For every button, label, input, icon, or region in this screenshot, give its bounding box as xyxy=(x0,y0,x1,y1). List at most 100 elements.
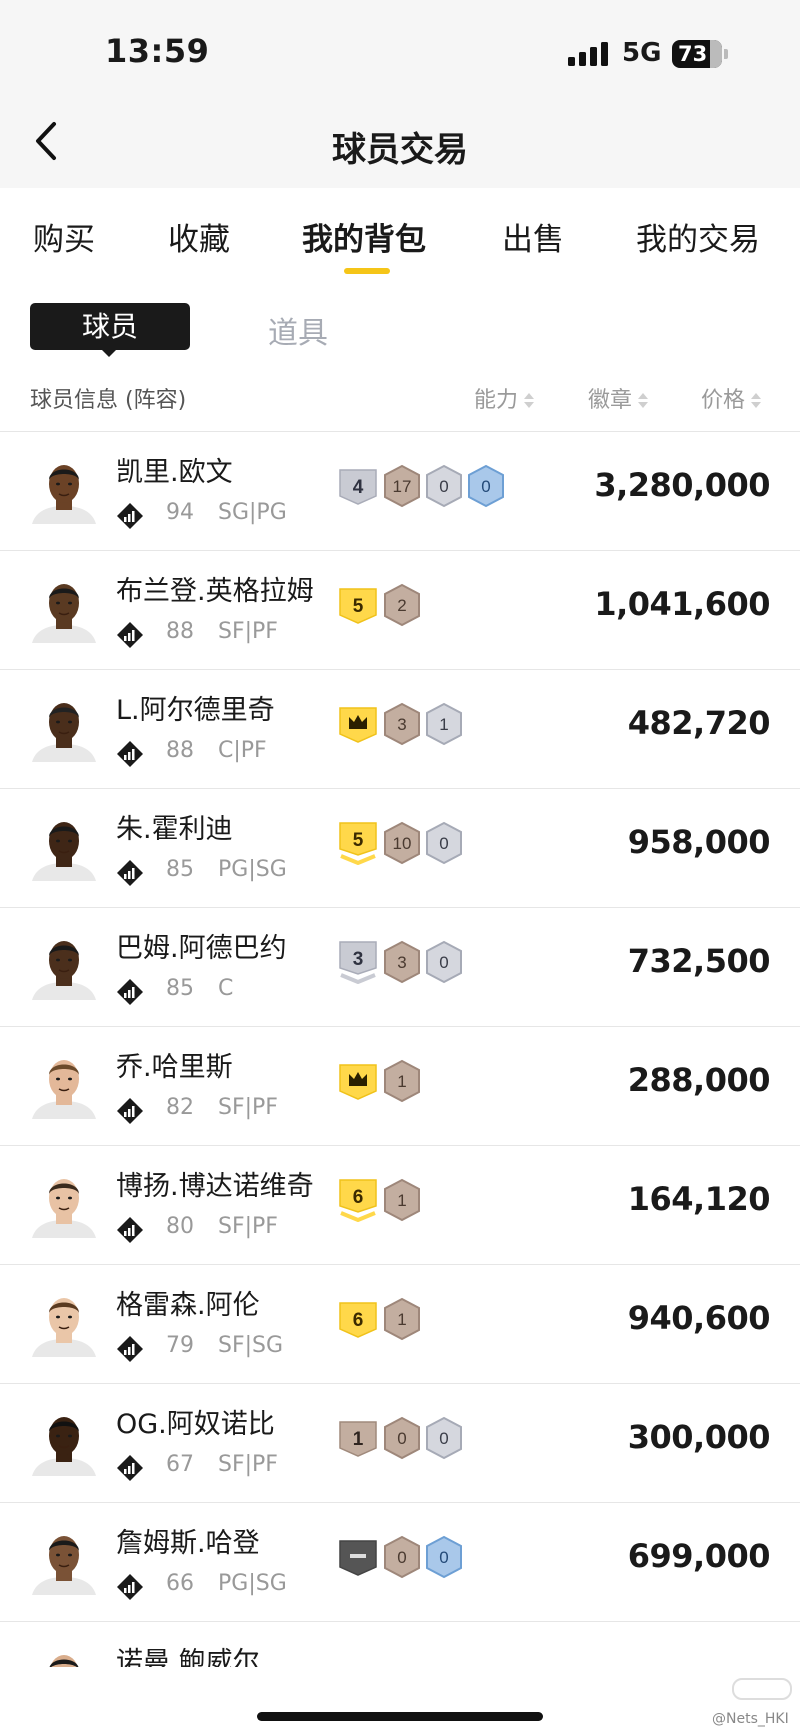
player-avatar xyxy=(28,1523,100,1595)
svg-text:0: 0 xyxy=(481,477,490,496)
player-price: 1,041,600 xyxy=(594,585,770,623)
player-rating: 85 xyxy=(166,857,194,882)
col-badge-sort[interactable]: 徽章 xyxy=(588,382,649,414)
player-row[interactable]: 巴姆.阿德巴约 85 C 3 3 0 732,500 xyxy=(0,908,800,1027)
svg-text:5: 5 xyxy=(353,830,364,851)
tab-favorites[interactable]: 收藏 xyxy=(168,214,230,259)
col-ability-sort[interactable]: 能力 xyxy=(474,382,535,414)
badge-blue-icon: 0 xyxy=(466,464,506,508)
sort-icon xyxy=(524,392,535,410)
badge-bronze-icon: 0 xyxy=(382,1416,422,1460)
sub-tabs: 球员 道具 xyxy=(0,290,800,360)
player-row[interactable]: 博扬.博达诺维奇 80 SF|PF 6 1 164,120 xyxy=(0,1146,800,1265)
svg-text:0: 0 xyxy=(439,1548,448,1567)
sort-icon xyxy=(638,392,649,410)
col-player-info: 球员信息 (阵容) xyxy=(30,388,187,413)
svg-text:1: 1 xyxy=(397,1191,406,1210)
player-rating: 79 xyxy=(166,1333,194,1358)
tab-my-backpack[interactable]: 我的背包 xyxy=(302,214,426,259)
svg-text:4: 4 xyxy=(353,477,364,498)
player-position: SF|SG xyxy=(218,1333,284,1358)
player-row[interactable]: 布兰登.英格拉姆 88 SF|PF 5 2 1,041,600 xyxy=(0,551,800,670)
player-row[interactable]: 乔.哈里斯 82 SF|PF 1 288,000 xyxy=(0,1027,800,1146)
player-price: 732,500 xyxy=(627,942,771,980)
home-indicator[interactable] xyxy=(257,1712,543,1721)
player-row[interactable]: 格雷森.阿伦 79 SF|SG 6 1 940,600 xyxy=(0,1265,800,1384)
player-price: 958,000 xyxy=(627,823,771,861)
battery-level: 73 xyxy=(678,42,708,66)
rating-icon xyxy=(116,859,144,887)
badge-bronze-icon: 10 xyxy=(382,821,422,865)
badge-silver-icon: 0 xyxy=(424,1416,464,1460)
status-time: 13:59 xyxy=(105,32,210,70)
main-tabs: 购买 收藏 我的背包 出售 我的交易 xyxy=(0,188,800,278)
badge-bronze-icon: 2 xyxy=(382,583,422,627)
ability-icon: 4 xyxy=(338,464,378,508)
page-title: 球员交易 xyxy=(332,130,468,170)
rating-icon xyxy=(116,740,144,768)
tab-my-trades[interactable]: 我的交易 xyxy=(636,214,760,259)
ability-icon: 1 xyxy=(338,1416,378,1460)
player-row[interactable]: 凯里.欧文 94 SG|PG 4 17 0 0 3,280,000 xyxy=(0,432,800,551)
player-avatar xyxy=(28,928,100,1000)
ability-icon: 3 xyxy=(338,940,378,984)
player-list: 凯里.欧文 94 SG|PG 4 17 0 0 3,280,000 布兰登.英格拉姆 88 SF|P… xyxy=(0,432,800,1667)
player-rating: 82 xyxy=(166,1095,194,1120)
column-header: 球员信息 (阵容) 能力 徽章 价格 xyxy=(0,370,800,432)
watermark-logo-icon xyxy=(732,1678,792,1700)
player-position: SF|PF xyxy=(218,1452,278,1477)
player-position: PG|SG xyxy=(218,1571,287,1596)
tab-sell[interactable]: 出售 xyxy=(502,214,564,259)
player-position: SF|PF xyxy=(218,1214,278,1239)
rating-icon xyxy=(116,978,144,1006)
player-avatar xyxy=(28,452,100,524)
active-tab-indicator xyxy=(344,268,390,274)
rating-icon xyxy=(116,1216,144,1244)
player-row[interactable]: 诺曼.鲍威尔 xyxy=(0,1622,800,1667)
player-row[interactable]: L.阿尔德里奇 88 C|PF 3 1 482,720 xyxy=(0,670,800,789)
svg-text:1: 1 xyxy=(397,1310,406,1329)
col-price-sort[interactable]: 价格 xyxy=(701,382,762,414)
player-position: C|PF xyxy=(218,738,267,763)
badge-bronze-icon: 3 xyxy=(382,940,422,984)
player-name: 诺曼.鲍威尔 xyxy=(116,1647,260,1667)
player-row[interactable]: OG.阿奴诺比 67 SF|PF 1 0 0 300,000 xyxy=(0,1384,800,1503)
player-name: 朱.霍利迪 xyxy=(116,814,233,845)
watermark: @Nets_HKI xyxy=(712,1711,789,1727)
rating-icon xyxy=(116,1335,144,1363)
badge-silver-icon: 0 xyxy=(424,940,464,984)
svg-text:2: 2 xyxy=(397,596,406,615)
subtab-items[interactable]: 道具 xyxy=(268,308,328,352)
ability-icon: 6 xyxy=(338,1178,378,1222)
ability-icon: 5 xyxy=(338,583,378,627)
player-row[interactable]: 詹姆斯.哈登 66 PG|SG 0 0 699,000 xyxy=(0,1503,800,1622)
svg-text:0: 0 xyxy=(397,1429,406,1448)
network-label: 5G xyxy=(622,38,662,68)
player-price: 300,000 xyxy=(627,1418,771,1456)
player-name: 布兰登.英格拉姆 xyxy=(116,576,314,607)
player-name: 格雷森.阿伦 xyxy=(116,1290,260,1321)
player-name: 詹姆斯.哈登 xyxy=(116,1528,260,1559)
player-position: PG|SG xyxy=(218,857,287,882)
ability-icon xyxy=(338,1059,378,1103)
player-avatar xyxy=(28,1642,100,1667)
ability-icon: 6 xyxy=(338,1297,378,1341)
svg-text:5: 5 xyxy=(353,596,364,617)
svg-text:0: 0 xyxy=(439,834,448,853)
tab-buy[interactable]: 购买 xyxy=(33,214,95,259)
player-position: C xyxy=(218,976,234,1001)
player-rating: 80 xyxy=(166,1214,194,1239)
player-position: SF|PF xyxy=(218,619,278,644)
sort-icon xyxy=(751,392,762,410)
rating-icon xyxy=(116,1454,144,1482)
player-avatar xyxy=(28,1285,100,1357)
player-row[interactable]: 朱.霍利迪 85 PG|SG 5 10 0 958,000 xyxy=(0,789,800,908)
badge-bronze-icon: 0 xyxy=(382,1535,422,1579)
player-avatar xyxy=(28,690,100,762)
player-rating: 88 xyxy=(166,619,194,644)
subtab-players[interactable]: 球员 xyxy=(30,303,190,350)
player-avatar xyxy=(28,1166,100,1238)
battery-icon: 73 xyxy=(672,40,722,68)
player-name: 乔.哈里斯 xyxy=(116,1052,233,1083)
nav-header: 球员交易 xyxy=(0,100,800,188)
